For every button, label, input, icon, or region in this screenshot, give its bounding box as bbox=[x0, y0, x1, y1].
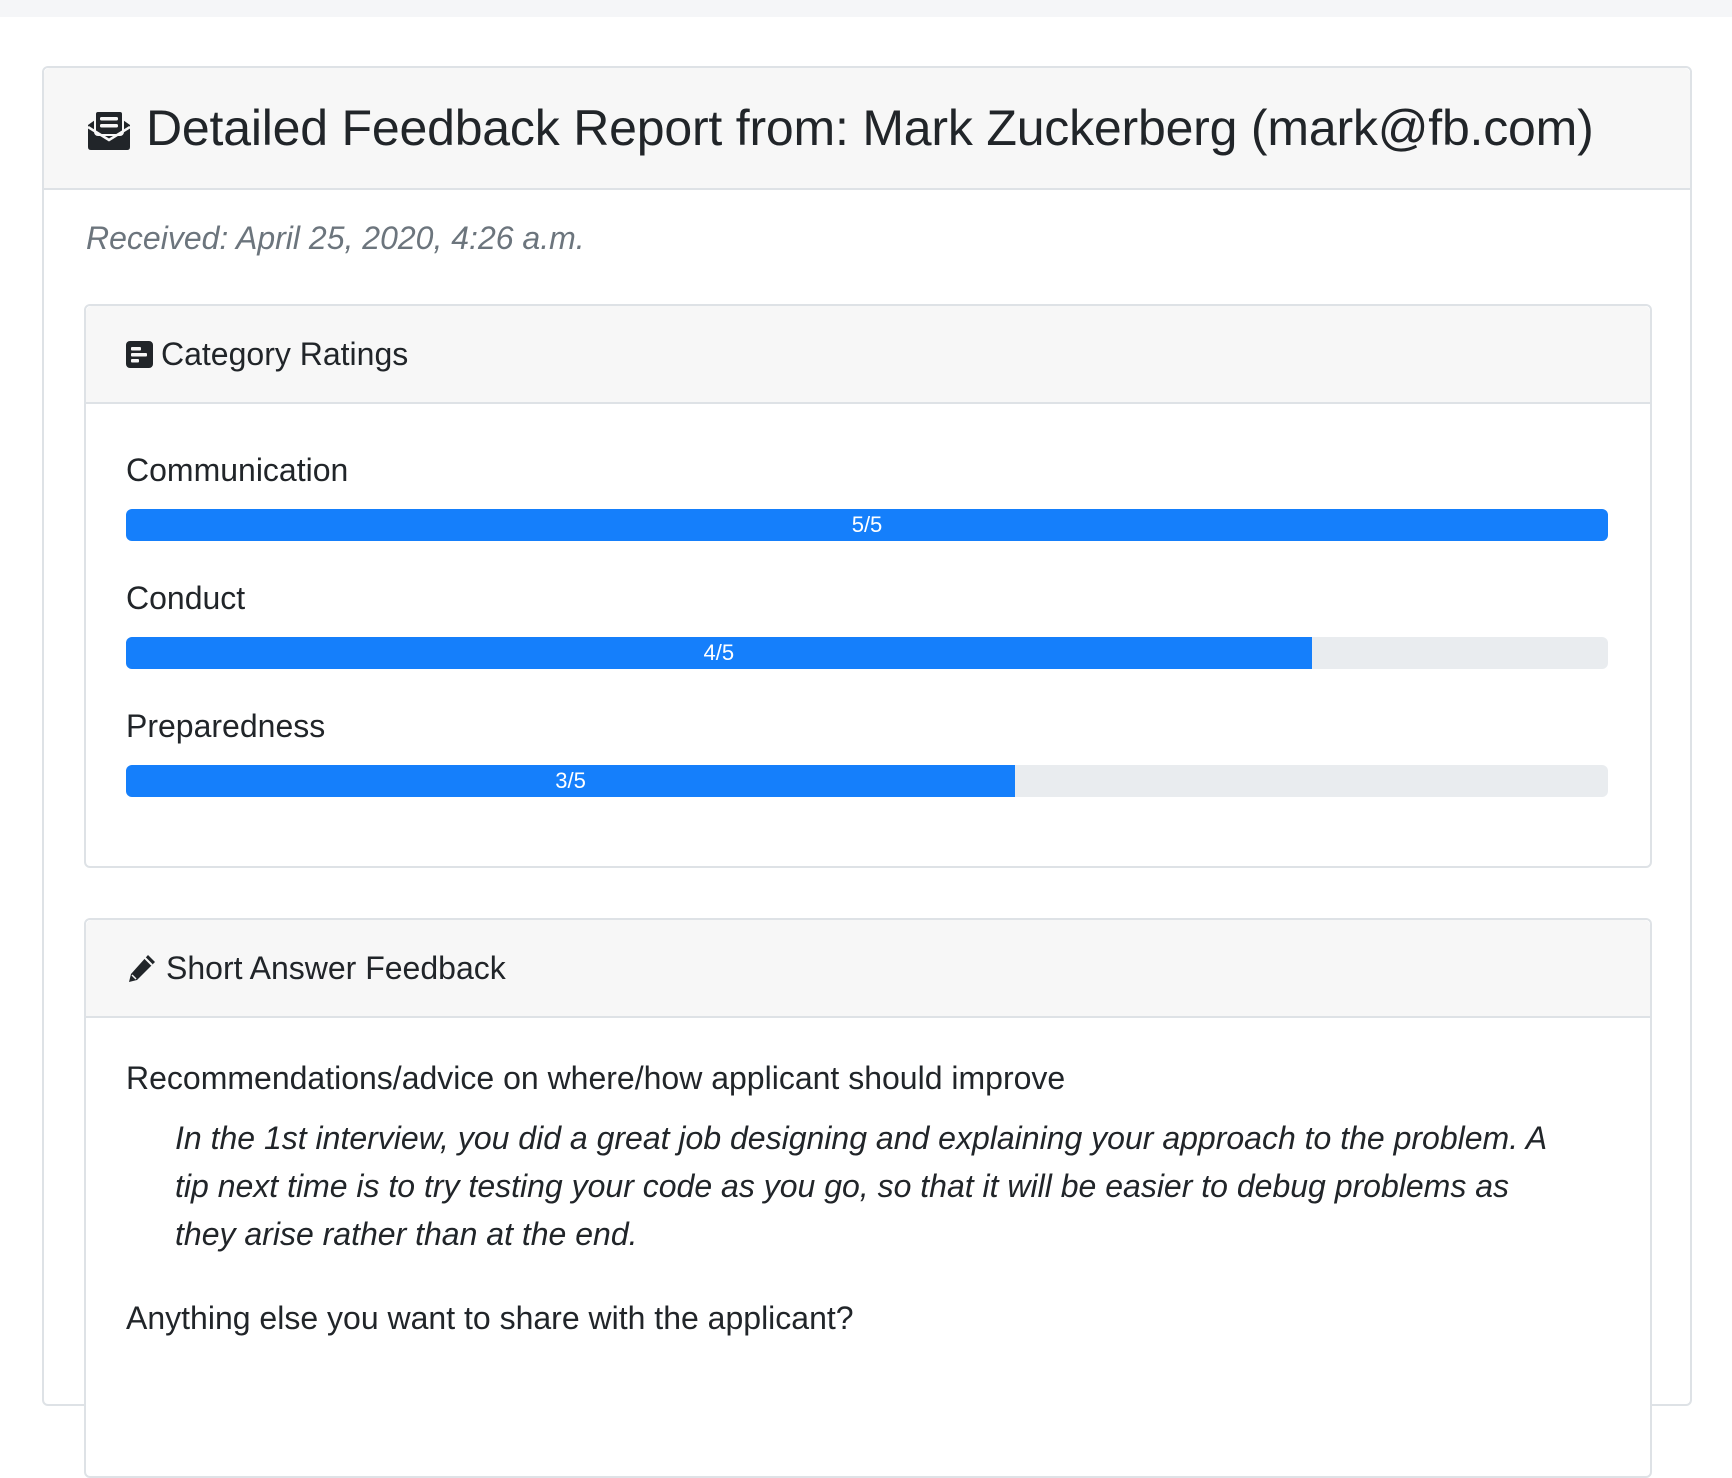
rating-label: Communication bbox=[126, 452, 349, 488]
rating-communication: Communication bbox=[126, 452, 1608, 489]
pencil-icon bbox=[129, 955, 155, 982]
report-title: Detailed Feedback Report from: Mark Zuck… bbox=[146, 100, 1594, 156]
category-ratings-title: Category Ratings bbox=[161, 335, 409, 372]
envelope-open-text-icon bbox=[87, 110, 131, 150]
short-answer-card: Short Answer Feedback Recommendations/ad… bbox=[84, 918, 1652, 1478]
short-answer-header: Short Answer Feedback bbox=[86, 920, 1650, 1018]
category-ratings-card: Category Ratings Communication 5/5 Condu… bbox=[84, 304, 1652, 868]
rating-conduct: Conduct bbox=[126, 580, 1608, 617]
progress-fill: 3/5 bbox=[126, 765, 1016, 797]
rating-label: Preparedness bbox=[126, 708, 326, 744]
progress-fill: 4/5 bbox=[126, 637, 1312, 669]
question-text: Recommendations/advice on where/how appl… bbox=[126, 1060, 1066, 1096]
report-header: Detailed Feedback Report from: Mark Zuck… bbox=[44, 68, 1690, 190]
top-bar bbox=[0, 0, 1732, 17]
rating-progress-conduct: 4/5 bbox=[126, 637, 1608, 669]
short-answer-title: Short Answer Feedback bbox=[166, 949, 506, 986]
rating-progress-preparedness: 3/5 bbox=[126, 765, 1608, 797]
rating-progress-communication: 5/5 bbox=[126, 509, 1608, 541]
rating-preparedness: Preparedness bbox=[126, 708, 1608, 745]
poll-h-icon bbox=[126, 340, 153, 368]
answer-text: In the 1st interview, you did a great jo… bbox=[175, 1120, 1546, 1252]
progress-fill: 5/5 bbox=[126, 509, 1608, 541]
received-timestamp: Received: April 25, 2020, 4:26 a.m. bbox=[86, 220, 585, 256]
rating-label: Conduct bbox=[126, 580, 246, 616]
feedback-report-card: Detailed Feedback Report from: Mark Zuck… bbox=[42, 66, 1692, 1478]
question-text: Anything else you want to share with the… bbox=[126, 1300, 854, 1336]
category-ratings-header: Category Ratings bbox=[86, 306, 1650, 404]
